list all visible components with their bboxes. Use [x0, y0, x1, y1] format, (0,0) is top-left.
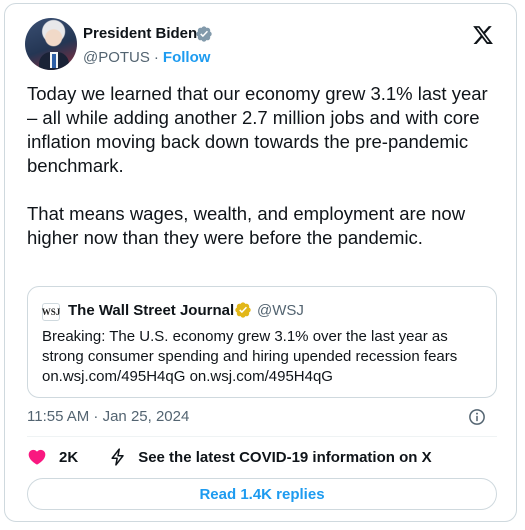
tweet-paragraph: Today we learned that our economy grew 3… — [27, 83, 488, 176]
author-name[interactable]: President Biden — [83, 25, 197, 42]
tweet-card: President Biden @POTUS · Follow Today we l… — [4, 3, 517, 522]
timestamp[interactable]: 11:55 AM · Jan 25, 2024 — [27, 408, 189, 425]
quoted-tweet[interactable]: WSJ The Wall Street Journal @WSJ Breakin… — [27, 286, 497, 398]
avatar[interactable] — [25, 18, 77, 70]
wsj-logo: WSJ — [42, 303, 60, 321]
author-handle[interactable]: @POTUS — [83, 49, 150, 66]
follow-button[interactable]: Follow — [163, 49, 211, 66]
quote-author-name: The Wall Street Journal — [68, 302, 235, 319]
info-icon[interactable] — [468, 408, 486, 426]
divider — [27, 436, 497, 437]
quote-text: Breaking: The U.S. economy grew 3.1% ove… — [42, 328, 458, 385]
tweet-text: Today we learned that our economy grew 3… — [27, 82, 497, 274]
like-count: 2K — [59, 448, 79, 466]
read-replies-button[interactable]: Read 1.4K replies — [27, 478, 497, 510]
covid-info-link[interactable]: See the latest COVID-19 information on X — [138, 449, 431, 466]
quote-author-handle: @WSJ — [257, 302, 304, 319]
heart-icon[interactable] — [27, 447, 47, 467]
x-logo-icon[interactable] — [472, 24, 494, 46]
bolt-icon — [111, 448, 124, 466]
action-bar: 2K See the latest COVID-19 information o… — [27, 445, 432, 469]
author-handle-row: @POTUS · Follow — [83, 49, 210, 66]
verified-badge-icon — [196, 26, 212, 42]
tweet-paragraph: That means wages, wealth, and employment… — [27, 203, 466, 248]
verified-badge-icon — [235, 302, 251, 318]
separator: · — [153, 49, 159, 66]
